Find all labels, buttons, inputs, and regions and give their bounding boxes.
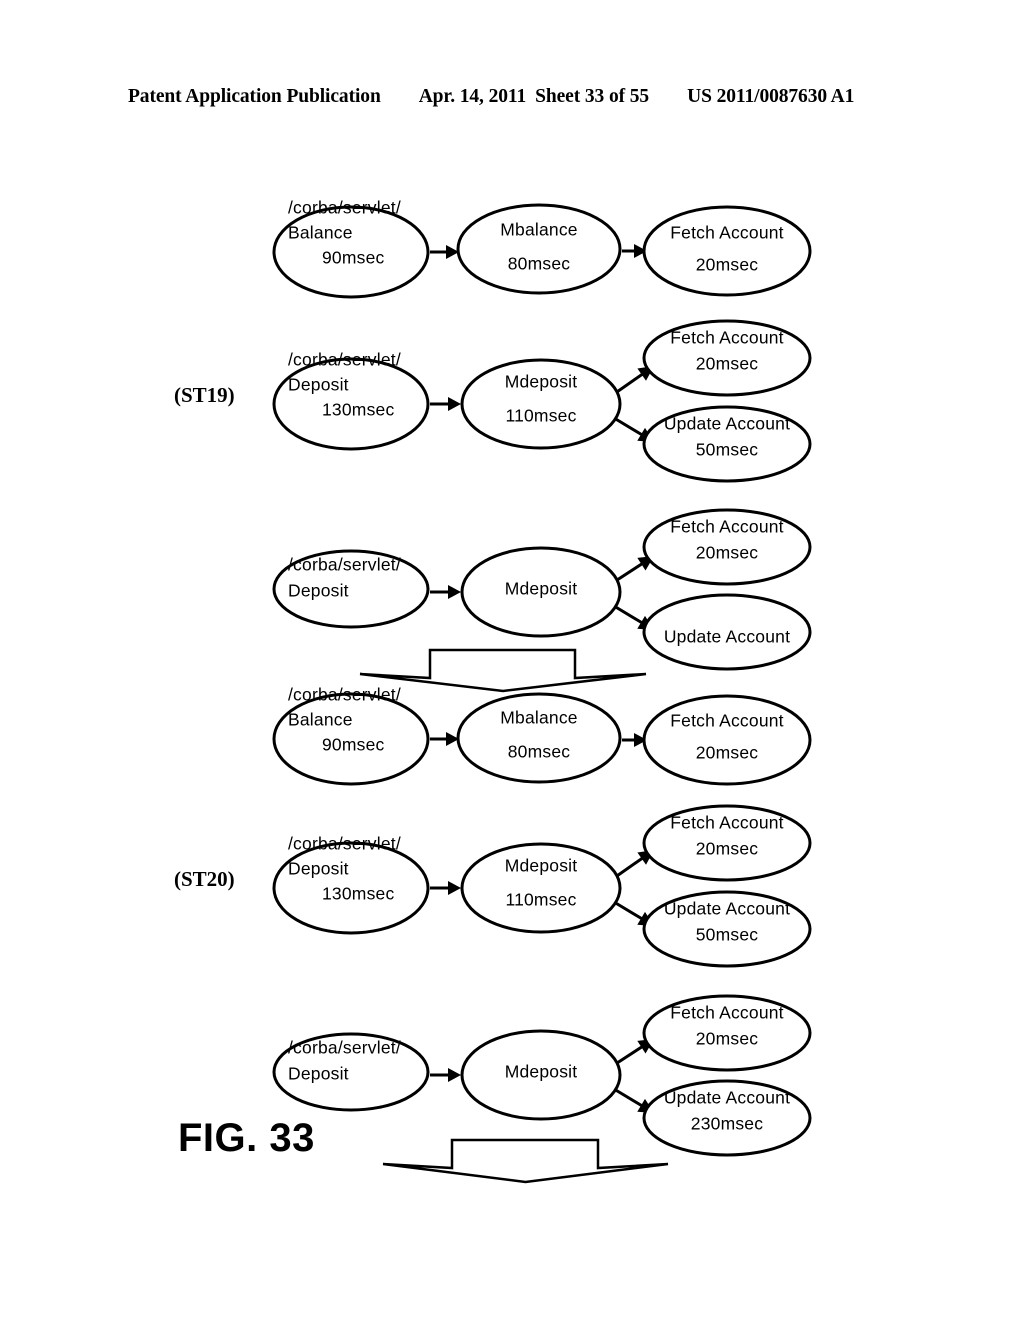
process-node: Mbalance 80msec <box>456 692 622 784</box>
process-node: /corba/servlet/Deposit <box>272 1032 430 1112</box>
node-text-line: 20msec <box>696 839 759 859</box>
node-text-line: Deposit <box>288 859 349 879</box>
process-node: Fetch Account 20msec <box>642 994 812 1072</box>
process-node: /corba/servlet/Balance 90msec <box>272 685 430 786</box>
node-text-line: /corba/servlet/ <box>288 198 401 218</box>
node-text-line: Mbalance <box>500 708 577 728</box>
node-text-line: Fetch Account <box>670 711 784 731</box>
node-text-line: Deposit <box>288 375 349 395</box>
node-text-line: Fetch Account <box>670 813 784 833</box>
process-node: /corba/servlet/Deposit <box>272 549 430 629</box>
process-node: Mbalance 80msec <box>456 203 622 295</box>
process-node: Fetch Account 20msec <box>642 694 812 786</box>
section-down-arrow <box>359 648 647 693</box>
node-text-line: 90msec <box>322 735 385 755</box>
node-text-line: 20msec <box>696 543 759 563</box>
node-text-line: Fetch Account <box>670 1003 784 1023</box>
node-text-line: 80msec <box>508 742 571 762</box>
diagram-row: /corba/servlet/Deposit 130msec Mdeposit 110… <box>272 319 812 483</box>
node-text-line: Update Account <box>664 899 790 919</box>
process-node: Mdeposit 110msec <box>460 842 622 934</box>
process-node: Fetch Account 20msec <box>642 205 812 297</box>
node-text-line: /corba/servlet/ <box>288 555 401 575</box>
node-text-line: /corba/servlet/ <box>288 685 401 705</box>
node-text-line: /corba/servlet/ <box>288 834 401 854</box>
node-text-line: 20msec <box>696 743 759 763</box>
process-node: /corba/servlet/Deposit 130msec <box>272 834 430 935</box>
process-node: Fetch Account 20msec <box>642 804 812 882</box>
process-node: Mdeposit <box>460 546 622 638</box>
node-text-line: Balance <box>288 223 353 243</box>
node-text-line: Mbalance <box>500 220 577 240</box>
diagram-row: /corba/servlet/Deposit 130msec Mdeposit 110… <box>272 804 812 968</box>
patent-page: Patent Application Publication Apr. 14, … <box>0 0 1024 1320</box>
process-node: /corba/servlet/Balance 90msec <box>272 198 430 299</box>
node-text-line: /corba/servlet/ <box>288 1038 401 1058</box>
node-text-line: 110msec <box>505 890 576 910</box>
diagram-row: /corba/servlet/Balance 90msec Mbalance 80ms… <box>272 685 812 786</box>
node-text-line: 130msec <box>322 400 394 420</box>
node-text-line: Mdeposit <box>505 372 578 392</box>
node-text-line: Update Account <box>664 414 790 434</box>
node-text-line: /corba/servlet/ <box>288 350 401 370</box>
node-text-line: 50msec <box>696 925 759 945</box>
process-node: Update Account 50msec <box>642 405 812 483</box>
node-text-line: 110msec <box>505 406 576 426</box>
flow-arrow <box>430 1068 461 1082</box>
flow-arrow <box>430 881 461 895</box>
flow-arrow <box>430 245 459 259</box>
process-node: Mdeposit <box>460 1029 622 1121</box>
node-text-line: 130msec <box>322 884 394 904</box>
section-down-arrow <box>382 1138 669 1184</box>
node-text-line: 230msec <box>691 1114 763 1134</box>
node-text-line: 50msec <box>696 440 759 460</box>
flow-arrow <box>430 585 461 599</box>
node-text-line: Fetch Account <box>670 223 784 243</box>
node-text-line: Mdeposit <box>505 579 578 599</box>
node-text-line: 80msec <box>508 254 571 274</box>
node-text-line: 20msec <box>696 354 759 374</box>
process-node: Update Account <box>642 593 812 671</box>
process-node: Update Account 230msec <box>642 1079 812 1157</box>
node-text-line: Deposit <box>288 581 349 601</box>
node-text-line: Balance <box>288 710 353 730</box>
diagram-row: /corba/servlet/Deposit Mdeposit Fetch Acco… <box>272 994 812 1157</box>
node-text-line: Deposit <box>288 1064 349 1084</box>
call-tree-diagram: /corba/servlet/Balance 90msec Mbalance 80ms… <box>272 198 812 1184</box>
node-text-line: Update Account <box>664 627 790 647</box>
diagram-row: /corba/servlet/Deposit Mdeposit Fetch Acco… <box>272 508 812 671</box>
flow-arrow <box>430 732 459 746</box>
node-text-line: Mdeposit <box>505 1062 578 1082</box>
process-node: Fetch Account 20msec <box>642 319 812 397</box>
node-text-line: Fetch Account <box>670 517 784 537</box>
node-text-line: Update Account <box>664 1088 790 1108</box>
node-text-line: 90msec <box>322 248 385 268</box>
node-text-line: Mdeposit <box>505 856 578 876</box>
flow-arrow <box>430 397 461 411</box>
process-node: Mdeposit 110msec <box>460 358 622 450</box>
node-text-line: 20msec <box>696 1029 759 1049</box>
process-node: Update Account 50msec <box>642 890 812 968</box>
diagram-row: /corba/servlet/Balance 90msec Mbalance 80ms… <box>272 198 812 299</box>
node-text-line: Fetch Account <box>670 328 784 348</box>
process-node: Fetch Account 20msec <box>642 508 812 586</box>
node-text-line: 20msec <box>696 255 759 275</box>
process-node: /corba/servlet/Deposit 130msec <box>272 350 430 451</box>
